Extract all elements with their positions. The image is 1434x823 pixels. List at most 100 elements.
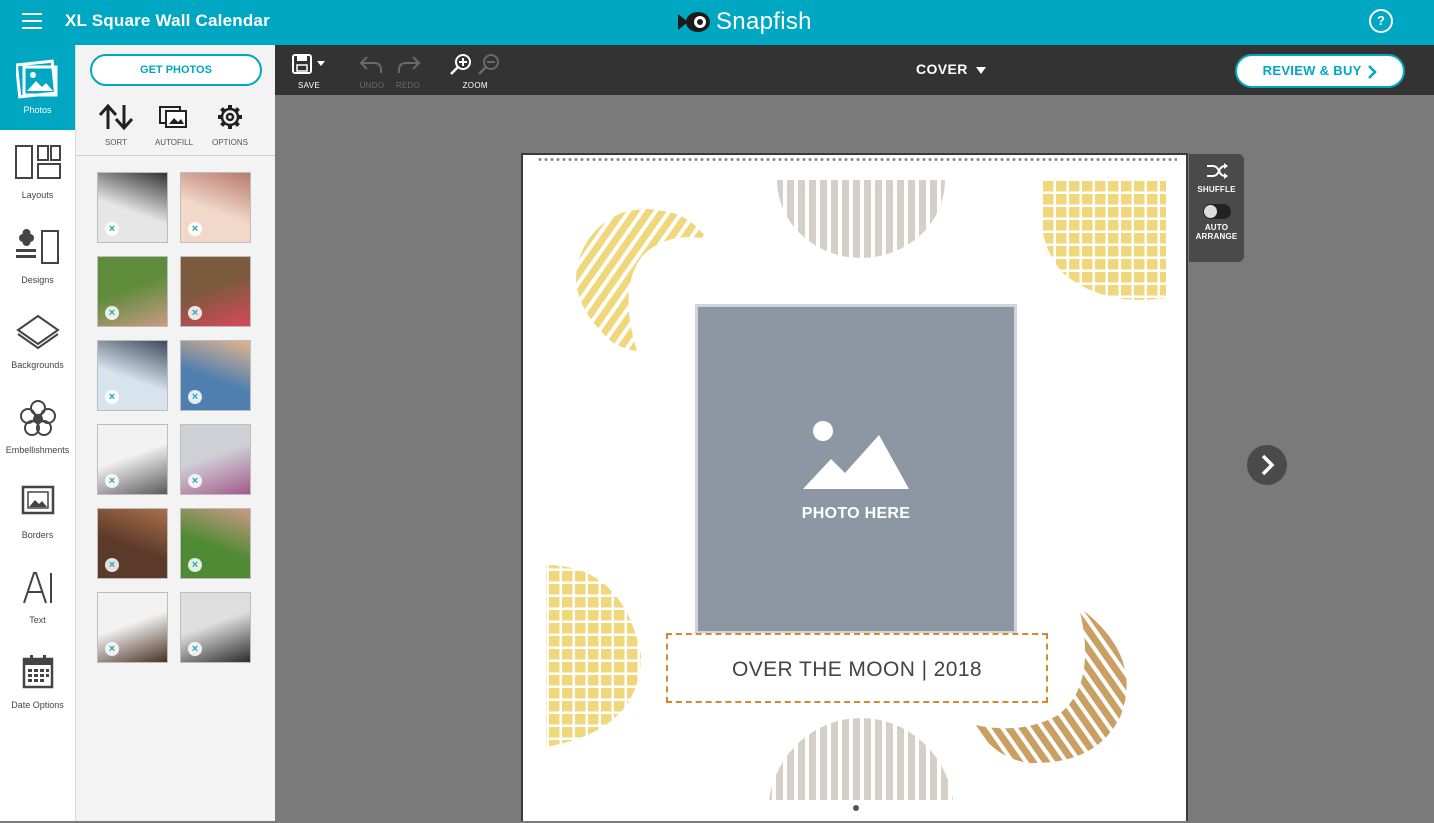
layouts-icon — [14, 145, 61, 179]
designs-icon — [15, 229, 59, 264]
photo-thumbnail[interactable]: × — [180, 508, 251, 579]
undo-icon — [359, 56, 382, 73]
remove-photo-icon[interactable]: × — [105, 558, 119, 572]
auto-arrange-toggle[interactable]: AUTO ARRANGE — [1189, 204, 1244, 241]
remove-photo-icon[interactable]: × — [105, 390, 119, 404]
rail-label-photos: Photos — [23, 105, 52, 115]
remove-photo-icon[interactable]: × — [188, 390, 202, 404]
photo-placeholder-text: PHOTO HERE — [801, 505, 911, 522]
rail-item-borders[interactable]: Borders — [0, 470, 75, 555]
rail-item-designs[interactable]: Designs — [0, 215, 75, 300]
auto-arrange-switch[interactable] — [1202, 204, 1231, 219]
save-label: SAVE — [298, 81, 320, 90]
decor-half-circle-bottom — [769, 718, 953, 800]
save-button[interactable]: SAVE — [291, 53, 327, 90]
text-icon — [22, 572, 52, 604]
remove-photo-icon[interactable]: × — [188, 306, 202, 320]
get-photos-button[interactable]: GET PHOTOS — [90, 54, 262, 86]
photo-thumbnail[interactable]: × — [97, 172, 168, 243]
page-indicator-dot — [853, 805, 859, 811]
rail-label-text: Text — [29, 615, 46, 625]
photo-thumbnail[interactable]: × — [180, 424, 251, 495]
zoom-control[interactable]: ZOOM — [449, 53, 501, 90]
page-select-dropdown[interactable]: COVER — [916, 61, 987, 77]
shuffle-icon — [1206, 163, 1228, 179]
photo-thumbnail[interactable]: × — [180, 256, 251, 327]
top-bar: XL Square Wall Calendar Snapfish ? — [0, 0, 1434, 45]
remove-photo-icon[interactable]: × — [105, 306, 119, 320]
gear-icon — [218, 105, 242, 129]
rail-label-embellishments: Embellishments — [5, 445, 70, 455]
save-icon — [292, 54, 325, 74]
shuffle-label: SHUFFLE — [1197, 185, 1236, 194]
photo-thumbnail[interactable]: × — [97, 340, 168, 411]
autofill-button[interactable]: AUTOFILL — [144, 103, 204, 147]
embellishments-icon — [19, 400, 56, 436]
rail-item-date-options[interactable]: Date Options — [0, 640, 75, 725]
sort-button[interactable]: SORT — [86, 103, 146, 147]
rail-item-photos[interactable]: Photos — [0, 45, 75, 130]
remove-photo-icon[interactable]: × — [105, 642, 119, 656]
left-rail: Photos Layouts Designs Backgrounds Embel… — [0, 45, 76, 821]
undo-button[interactable]: UNDO — [359, 53, 385, 90]
photo-thumbnail[interactable]: × — [97, 424, 168, 495]
photo-thumbnail[interactable]: × — [97, 256, 168, 327]
caret-down-icon — [976, 67, 987, 75]
title-text: OVER THE MOON | 2018 — [732, 658, 982, 681]
autofill-label: AUTOFILL — [154, 138, 194, 147]
photo-thumbnail[interactable]: × — [180, 592, 251, 663]
rail-label-designs: Designs — [21, 275, 54, 285]
zoom-in-icon[interactable] — [449, 53, 473, 75]
photo-thumbnail[interactable]: × — [180, 172, 251, 243]
calendar-page[interactable]: PHOTO HERE OVER THE MOON | 2018 — [521, 153, 1188, 821]
review-buy-label: REVIEW & BUY — [1262, 63, 1362, 78]
title-text-box[interactable]: OVER THE MOON | 2018 — [666, 633, 1048, 703]
photo-thumbnail[interactable]: × — [97, 508, 168, 579]
auto-arrange-label-1: AUTO — [1204, 223, 1229, 232]
fish-logo-icon — [678, 12, 710, 32]
remove-photo-icon[interactable]: × — [188, 222, 202, 236]
chevron-right-icon — [1368, 64, 1378, 79]
brand-name: Snapfish — [716, 8, 812, 35]
remove-photo-icon[interactable]: × — [105, 474, 119, 488]
rail-label-layouts: Layouts — [21, 190, 54, 200]
decor-half-circle-top — [777, 180, 945, 258]
rail-label-backgrounds: Backgrounds — [11, 360, 64, 370]
remove-photo-icon[interactable]: × — [188, 558, 202, 572]
remove-photo-icon[interactable]: × — [188, 642, 202, 656]
photo-placeholder[interactable]: PHOTO HERE — [695, 304, 1017, 634]
decor-grid-circle-top-right — [1040, 180, 1166, 300]
image-placeholder-icon — [803, 421, 909, 489]
chevron-right-icon — [1261, 454, 1275, 476]
options-button[interactable]: OPTIONS — [200, 103, 260, 147]
zoom-label: ZOOM — [462, 81, 488, 90]
auto-arrange-label-2: ARRANGE — [1195, 232, 1238, 241]
redo-button[interactable]: REDO — [395, 53, 421, 90]
photo-thumbnail[interactable]: × — [97, 592, 168, 663]
rail-item-backgrounds[interactable]: Backgrounds — [0, 300, 75, 385]
photo-thumbnail[interactable]: × — [180, 340, 251, 411]
remove-photo-icon[interactable]: × — [105, 222, 119, 236]
remove-photo-icon[interactable]: × — [188, 474, 202, 488]
menu-icon[interactable] — [22, 13, 42, 31]
brand-logo: Snapfish — [676, 6, 812, 38]
zoom-out-icon[interactable] — [477, 53, 501, 75]
rail-item-embellishments[interactable]: Embellishments — [0, 385, 75, 470]
backgrounds-icon — [15, 314, 60, 350]
help-icon[interactable]: ? — [1369, 9, 1393, 33]
editor-toolbar: SAVE UNDO REDO ZOOM COVER REVIEW & BUY — [275, 45, 1434, 95]
shuffle-button[interactable]: SHUFFLE — [1189, 154, 1244, 194]
sort-icon — [98, 103, 134, 131]
decor-grid-half-left — [546, 565, 641, 747]
review-buy-button[interactable]: REVIEW & BUY — [1235, 54, 1405, 88]
undo-label: UNDO — [359, 81, 385, 90]
redo-icon — [398, 56, 421, 73]
borders-icon — [21, 485, 54, 515]
rail-item-text[interactable]: Text — [0, 555, 75, 640]
photos-icon — [15, 59, 57, 99]
options-label: OPTIONS — [211, 138, 248, 147]
next-page-button[interactable] — [1247, 445, 1287, 485]
date-options-icon — [22, 655, 53, 689]
redo-label: REDO — [395, 81, 421, 90]
rail-item-layouts[interactable]: Layouts — [0, 130, 75, 215]
